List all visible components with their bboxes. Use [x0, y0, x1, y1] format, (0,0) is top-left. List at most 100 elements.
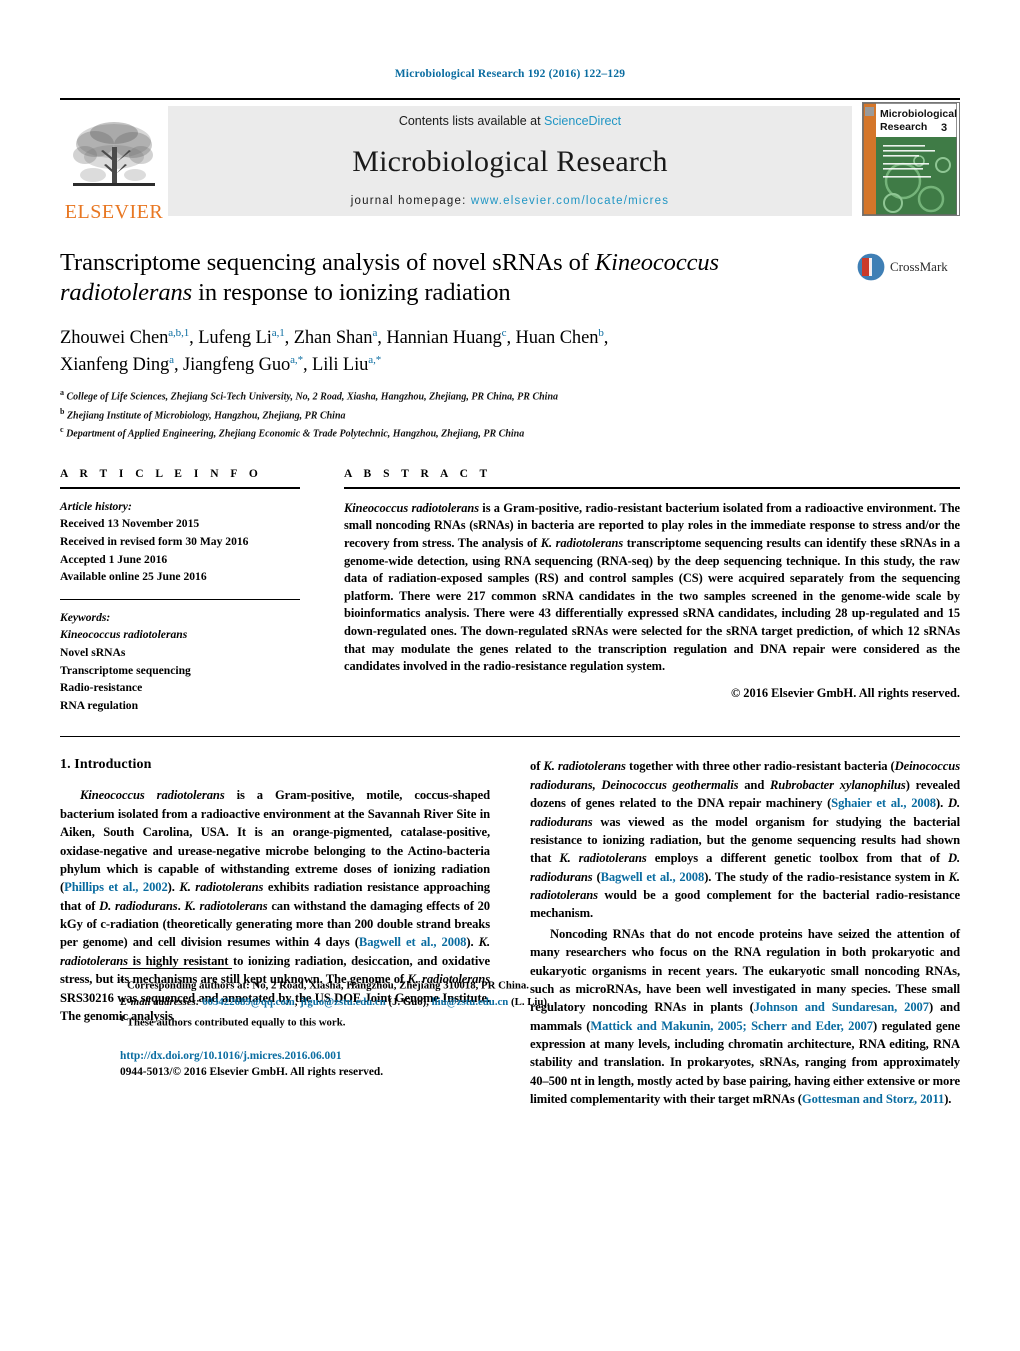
elsevier-logo: ELSEVIER [60, 100, 168, 222]
svg-text:Microbiological: Microbiological [880, 108, 957, 120]
author-2-sup: a [372, 326, 378, 339]
intro-right-b: together with three other radio-resistan… [625, 759, 895, 774]
journal-cover-thumbnail: Microbiological Research 3 [862, 102, 960, 216]
crossmark-label: CrossMark [890, 259, 948, 274]
footnote-corresponding: * Corresponding authors at: No, 2 Road, … [120, 975, 550, 994]
affiliation-c-mark: c [60, 424, 64, 434]
title-part-2: in response to ionizing radiation [192, 278, 511, 306]
abstract-organism: Kineococcus radiotolerans [344, 500, 479, 515]
intro-dr-1: D. radiodurans [99, 898, 178, 913]
homepage-url-link[interactable]: www.elsevier.com/locate/micres [471, 195, 669, 207]
author-5: Xianfeng Ding [60, 354, 170, 375]
author-6: Jiangfeng Guo [183, 354, 291, 375]
affiliation-a-text: College of Life Sciences, Zhejiang Sci-T… [66, 391, 559, 403]
history-revised: Received in revised form 30 May 2016 [60, 534, 249, 548]
contents-list-line: Contents lists available at ScienceDirec… [399, 114, 621, 128]
elsevier-wordmark: ELSEVIER [64, 201, 164, 223]
citation-sghaier-2008[interactable]: Sghaier et al., 2008 [831, 796, 936, 810]
affiliation-b-mark: b [60, 406, 65, 416]
footnote-equal-contribution: 1 These authors contributed equally to t… [120, 1012, 550, 1031]
contents-list-prefix: Contents lists available at [398, 114, 545, 128]
author-5-sup: a [169, 353, 174, 366]
sciencedirect-link[interactable]: ScienceDirect [544, 114, 621, 128]
affiliation-c-text: Department of Applied Engineering, Zheji… [66, 427, 525, 439]
author-6-sup: a,* [290, 353, 303, 366]
email-link-2[interactable]: jfguo@zstu.edu.cn [300, 996, 386, 1008]
author-1-sup: a,1 [271, 326, 285, 339]
intro-right-a: of [530, 759, 544, 774]
citation-mattick-scherr[interactable]: Mattick and Makunin, 2005; Scherr and Ed… [590, 1019, 873, 1033]
author-list: Zhouwei Chena,b,1, Lufeng Lia,1, Zhan Sh… [60, 326, 609, 375]
svg-text:3: 3 [941, 122, 947, 134]
abstract-part-2: transcriptome sequencing results can ide… [344, 535, 960, 674]
introduction-heading: 1. Introduction [60, 757, 152, 773]
running-head: Microbiological Research 192 (2016) 122–… [394, 68, 626, 80]
body-separator-rule [60, 736, 960, 738]
abstract-organism-short: K. radiotolerans [540, 535, 624, 550]
history-accepted: Accepted 1 June 2016 [60, 552, 168, 566]
author-2: Zhan Shan [293, 327, 373, 348]
journal-homepage-line: journal homepage: www.elsevier.com/locat… [351, 195, 669, 207]
citation-bagwell-2008-right[interactable]: Bagwell et al., 2008 [601, 870, 705, 884]
article-info-rule [60, 486, 300, 489]
affiliation-a-mark: a [60, 388, 64, 398]
intro-right-e: ). [936, 796, 948, 811]
email-link-3[interactable]: lliu@zstu.edu.cn [432, 996, 509, 1008]
doi-block: http://dx.doi.org/10.1016/j.micres.2016.… [120, 1049, 560, 1081]
keywords-label: Keywords: [60, 610, 111, 624]
intro-right-g: employs a different genetic toolbox from… [646, 851, 948, 866]
email-owner-2: (J. Guo), [388, 996, 429, 1009]
title-area: Transcriptome sequencing analysis of nov… [60, 248, 960, 308]
article-history-label: Article history: [60, 499, 132, 513]
email-label: E-mail addresses: [120, 996, 200, 1009]
title-part-1: Transcriptome sequencing analysis of nov… [60, 249, 595, 276]
abstract-text: Kineococcus radiotolerans is a Gram-posi… [344, 500, 960, 676]
crossmark-badge[interactable]: CrossMark [856, 248, 960, 282]
citation-bagwell-2008-left[interactable]: Bagwell et al., 2008 [359, 935, 467, 949]
keyword-4: RNA regulation [60, 698, 139, 712]
journal-title: Microbiological Research [352, 144, 668, 178]
issn-copyright-line: 0944-5013/© 2016 Elsevier GmbH. All righ… [120, 1065, 384, 1078]
footnote-equal-text: These authors contributed equally to thi… [126, 1016, 346, 1029]
footnote-corresponding-mark: * [120, 976, 125, 987]
footnote-rule [120, 968, 232, 970]
intro-left-b: ). [167, 880, 180, 895]
email-link-1[interactable]: 603422689@qq.com [202, 996, 295, 1008]
keyword-1: Novel sRNAs [60, 646, 126, 660]
article-page: Microbiological Research 192 (2016) 122–… [0, 0, 1020, 1351]
journal-cover-image: Microbiological Research 3 [863, 103, 958, 215]
body-columns: 1. Introduction Kineococcus radiotoleran… [60, 757, 960, 1110]
intro-right-kr: K. radiotolerans [543, 759, 626, 774]
author-1: Lufeng Li [198, 327, 272, 348]
abstract-copyright: © 2016 Elsevier GmbH. All rights reserve… [730, 685, 960, 700]
intro-right-i: ). The study of the radio-resistance sys… [704, 869, 949, 884]
citation-johnson-sundaresan-2007[interactable]: Johnson and Sundaresan, 2007 [754, 1000, 929, 1014]
author-4: Huan Chen [515, 327, 599, 348]
intro-organism: Kineococcus radiotolerans [80, 788, 225, 803]
article-history-block: Article history: Received 13 November 20… [60, 498, 300, 586]
intro-right-kr-2: K. radiotolerans [559, 851, 647, 866]
affiliation-b: b Zhejiang Institute of Microbiology, Ha… [60, 406, 960, 424]
introduction-paragraph-1-cont: of K. radiotolerans together with three … [530, 757, 960, 922]
body-column-left: 1. Introduction Kineococcus radiotoleran… [60, 757, 550, 1110]
history-received: Received 13 November 2015 [60, 517, 200, 531]
citation-phillips-2002[interactable]: Phillips et al., 2002 [64, 880, 168, 894]
author-0: Zhouwei Chen [60, 327, 169, 348]
author-3-sup: c [501, 326, 507, 339]
footnote-equal-mark: 1 [120, 1013, 125, 1024]
citation-gottesman-storz-2011[interactable]: Gottesman and Storz, 2011 [802, 1092, 944, 1106]
doi-link[interactable]: http://dx.doi.org/10.1016/j.micres.2016.… [120, 1049, 560, 1065]
intro-p2-d: ). [944, 1092, 952, 1107]
keywords-rule [60, 598, 300, 600]
body-column-right: of K. radiotolerans together with three … [530, 757, 960, 1110]
article-info-column: A R T I C L E I N F O Article history: R… [60, 468, 300, 715]
keywords-block: Keywords: Kineococcus radiotolerans Nove… [60, 609, 300, 715]
intro-kr-2: K. radiotolerans [184, 898, 268, 913]
affiliation-a: a College of Life Sciences, Zhejiang Sci… [60, 387, 960, 405]
author-0-sup: a,b,1 [168, 326, 190, 339]
elsevier-tree-icon [73, 122, 155, 186]
svg-text:Research: Research [880, 121, 927, 133]
abstract-column: A B S T R A C T Kineococcus radiotoleran… [344, 468, 960, 715]
abstract-rule [344, 486, 960, 489]
title-species: radiotolerans [60, 278, 193, 306]
